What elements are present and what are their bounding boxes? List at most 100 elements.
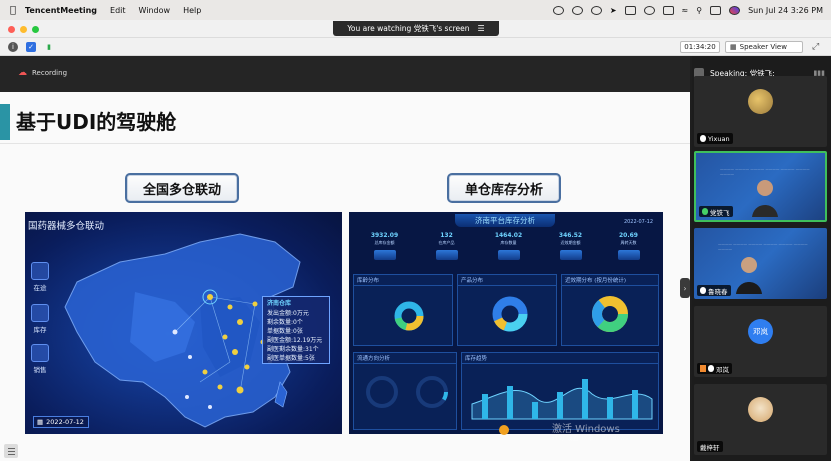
- product-panel: 产品分布: [457, 274, 557, 346]
- participant-tile-active[interactable]: ———— ———— ———— ———— ———— ———— ———— 党铁飞: [694, 151, 827, 222]
- panel-title: 近效期分布 (按月份统计): [562, 275, 658, 286]
- inventory-dashboard: 济南平台库存分析 2022-07-12 3932.09 总库存金额 132 在库…: [349, 212, 663, 434]
- activation-watermark-sub: 转到"设置"以激活 Windows。: [552, 435, 635, 442]
- mic-icon: [700, 287, 706, 294]
- help-menu[interactable]: Help: [183, 6, 201, 15]
- side-label: 库存: [33, 326, 47, 334]
- kpi-label: 在库产品: [438, 240, 455, 245]
- battery-icon[interactable]: [662, 5, 674, 15]
- kpi-pedestal: [559, 250, 582, 260]
- avatar: [748, 89, 773, 114]
- kpi-label: 近效期金额: [560, 240, 581, 245]
- wifi-icon[interactable]: ≈: [682, 6, 689, 15]
- control-center-icon[interactable]: [710, 5, 722, 15]
- product-donut: [492, 296, 528, 332]
- kpi-value: 132: [440, 232, 453, 239]
- participant-name: 邓岚: [716, 365, 729, 374]
- participant-tile[interactable]: Yixuan: [694, 76, 827, 147]
- side-in-transit[interactable]: 在途: [31, 262, 49, 292]
- minimize-window-button[interactable]: [20, 26, 27, 33]
- recording-label: Recording: [32, 69, 68, 77]
- fullscreen-icon[interactable]: ⤢: [812, 42, 819, 52]
- speaker-view-label: Speaker View: [739, 43, 787, 51]
- meeting-icon[interactable]: [624, 5, 636, 15]
- search-icon[interactable]: ⚲: [696, 6, 702, 15]
- panel-title: 流通方向分析: [354, 353, 456, 364]
- edit-menu[interactable]: Edit: [110, 6, 126, 15]
- calendar-icon: ▦: [37, 418, 44, 426]
- zoom-window-button[interactable]: [32, 26, 39, 33]
- info-icon[interactable]: i: [8, 41, 18, 52]
- avatar: 邓岚: [748, 319, 773, 344]
- kpi-card: 20.69 周转天数: [601, 232, 656, 266]
- side-sales[interactable]: 销售: [31, 344, 49, 374]
- kpi-card: 346.52 近效期金额: [543, 232, 598, 266]
- avatar: [748, 397, 773, 422]
- participant-tile[interactable]: ———— ———— ———— ———— ———— ———— ———— 鲁晓春: [694, 228, 827, 299]
- panel-title: 库龄分布: [354, 275, 452, 286]
- close-window-button[interactable]: [8, 26, 15, 33]
- recording-indicator[interactable]: ☁ Recording: [18, 68, 67, 78]
- sync-icon[interactable]: [590, 5, 602, 15]
- map-date-picker[interactable]: ▦ 2022-07-12: [33, 416, 89, 428]
- collapse-sidebar-button[interactable]: ›: [680, 278, 690, 298]
- side-inventory[interactable]: 库存: [31, 304, 49, 334]
- expiry-donut: [592, 296, 628, 332]
- slide-menu-button[interactable]: [4, 444, 18, 458]
- meeting-timer: 01:34:20: [680, 41, 720, 53]
- panel-title: 库存趋势: [462, 353, 658, 364]
- dashboard-title: 济南平台库存分析: [455, 214, 555, 227]
- speaker-view-dropdown[interactable]: ▦ Speaker View: [725, 41, 803, 53]
- kpi-pedestal: [373, 250, 396, 260]
- participant-tile[interactable]: 邓岚 邓岚: [694, 306, 827, 377]
- dashboard-date: 2022-07-12: [623, 219, 653, 225]
- side-label: 销售: [33, 366, 47, 374]
- person-figure: [736, 257, 762, 294]
- chat-icon[interactable]: [571, 5, 583, 15]
- kpi-value: 3932.09: [370, 232, 399, 239]
- cloud-icon: ☁: [18, 68, 27, 78]
- window-menu[interactable]: Window: [139, 6, 171, 15]
- age-donut: [394, 301, 424, 331]
- flow-gauges: [366, 376, 448, 408]
- kpi-value: 1464.02: [494, 232, 523, 239]
- menu-bar:  TencentMeeting Edit Window Help ➤ ≈ ⚲ …: [0, 0, 831, 20]
- list-icon[interactable]: ☰: [477, 24, 484, 33]
- participant-tile[interactable]: 戴梓轩: [694, 384, 827, 455]
- participant-name-tag: 党铁飞: [699, 206, 733, 217]
- screen-share-banner: You are watching 党铁飞's screen ☰: [333, 21, 499, 36]
- kpi-pedestal: [497, 250, 520, 260]
- send-icon[interactable]: ➤: [610, 6, 617, 15]
- truck-icon: [31, 262, 49, 280]
- tooltip-line: 副医金额:12.19万元: [267, 337, 323, 344]
- tooltip-title: 济南仓库: [267, 300, 292, 307]
- tooltip-line: 单据数量:0张: [267, 328, 303, 335]
- control-icon[interactable]: [643, 5, 655, 15]
- expiry-panel: 近效期分布 (按月份统计): [561, 274, 659, 346]
- siri-icon[interactable]: [729, 5, 741, 15]
- wechat-icon[interactable]: [552, 5, 564, 15]
- panel-title: 产品分布: [458, 275, 556, 286]
- apple-icon[interactable]: : [10, 5, 16, 16]
- kpi-label: 总库存金额: [374, 240, 395, 245]
- grid-icon: ▦: [730, 43, 737, 51]
- kpi-value: 20.69: [619, 232, 638, 239]
- warehouse-icon: [31, 304, 49, 322]
- tooltip-line: 剩余数量:0个: [267, 319, 303, 326]
- app-menu[interactable]: TencentMeeting: [25, 6, 97, 15]
- participant-name-tag: 邓岚: [697, 363, 732, 374]
- sales-icon: [31, 344, 49, 362]
- shield-icon[interactable]: ✓: [26, 41, 36, 52]
- kpi-pedestal: [617, 250, 640, 260]
- right-caption: 单仓库存分析: [447, 173, 561, 203]
- clock[interactable]: Sun Jul 24 3:26 PM: [748, 6, 823, 15]
- map-tooltip: 济南仓库 发出金额:0万元 剩余数量:0个 单据数量:0张 副医金额:12.19…: [262, 296, 330, 364]
- mic-active-icon: [702, 208, 708, 215]
- mic-icon: [708, 365, 714, 372]
- tooltip-line: 副医剩余数量:31个: [267, 346, 319, 353]
- slide-title: 基于UDI的驾驶舱: [16, 110, 177, 134]
- signal-icon[interactable]: ▮: [44, 42, 54, 52]
- user-icon: [700, 365, 706, 372]
- participant-name: 党铁飞: [710, 208, 730, 217]
- tooltip-line: 发出金额:0万元: [267, 310, 309, 317]
